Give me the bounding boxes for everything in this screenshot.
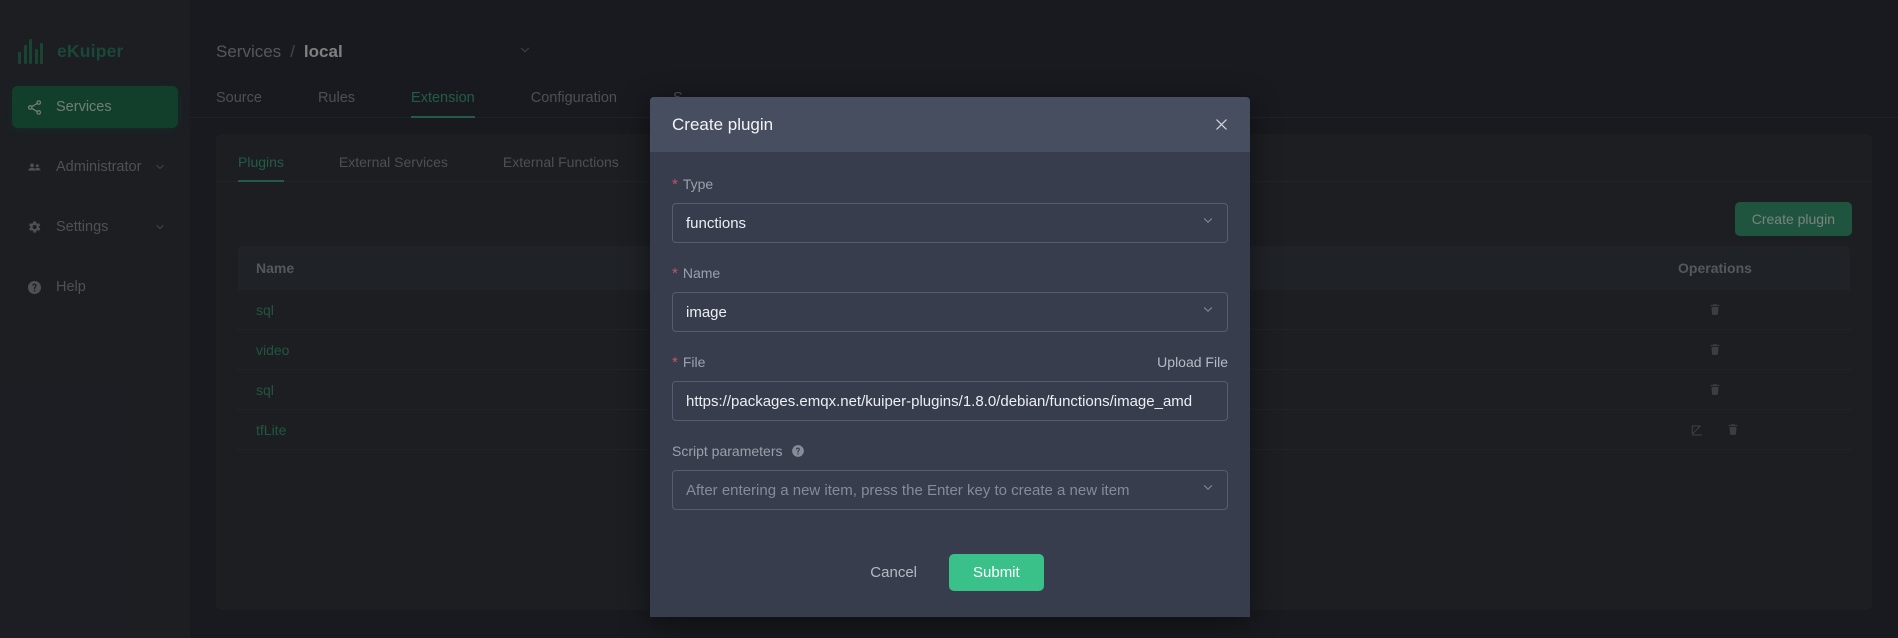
field-script-parameters-label: Script parameters xyxy=(672,441,1228,461)
create-plugin-dialog: Create plugin * Type functions * Name im… xyxy=(650,97,1250,617)
file-input-value: https://packages.emqx.net/kuiper-plugins… xyxy=(686,392,1193,410)
type-select[interactable]: functions xyxy=(672,203,1228,243)
cancel-button[interactable]: Cancel xyxy=(856,555,931,590)
field-script-parameters: Script parameters After entering a new i… xyxy=(672,441,1228,510)
field-file: * File Upload File https://packages.emqx… xyxy=(672,352,1228,421)
field-name: * Name image xyxy=(672,263,1228,332)
dialog-body: * Type functions * Name image * File Upl… xyxy=(650,152,1250,510)
label-text: Script parameters xyxy=(672,443,783,459)
dialog-header: Create plugin xyxy=(650,97,1250,152)
chevron-down-icon xyxy=(1201,481,1215,500)
question-circle-icon[interactable] xyxy=(791,444,805,458)
name-select-value: image xyxy=(686,303,727,321)
submit-button[interactable]: Submit xyxy=(949,554,1044,591)
close-icon[interactable] xyxy=(1213,116,1230,133)
script-parameters-input[interactable]: After entering a new item, press the Ent… xyxy=(672,470,1228,510)
dialog-footer: Cancel Submit xyxy=(650,530,1250,617)
field-name-label: * Name xyxy=(672,263,1228,283)
field-type: * Type functions xyxy=(672,174,1228,243)
required-marker: * xyxy=(672,264,678,282)
chevron-down-icon xyxy=(1201,303,1215,322)
required-marker: * xyxy=(672,353,678,371)
required-marker: * xyxy=(672,175,678,193)
name-select[interactable]: image xyxy=(672,292,1228,332)
script-parameters-placeholder: After entering a new item, press the Ent… xyxy=(686,481,1130,499)
type-select-value: functions xyxy=(686,214,747,232)
chevron-down-icon xyxy=(1201,214,1215,233)
field-type-label: * Type xyxy=(672,174,1228,194)
label-text: File xyxy=(682,354,706,370)
label-text: Name xyxy=(682,265,721,281)
upload-file-link[interactable]: Upload File xyxy=(1157,354,1228,370)
field-file-label: * File Upload File xyxy=(672,352,1228,372)
app-root: eKuiper Services Administrator Settings … xyxy=(0,0,1898,638)
label-text: Type xyxy=(682,176,714,192)
dialog-title: Create plugin xyxy=(672,114,774,134)
file-input-wrapper[interactable]: https://packages.emqx.net/kuiper-plugins… xyxy=(672,381,1228,421)
